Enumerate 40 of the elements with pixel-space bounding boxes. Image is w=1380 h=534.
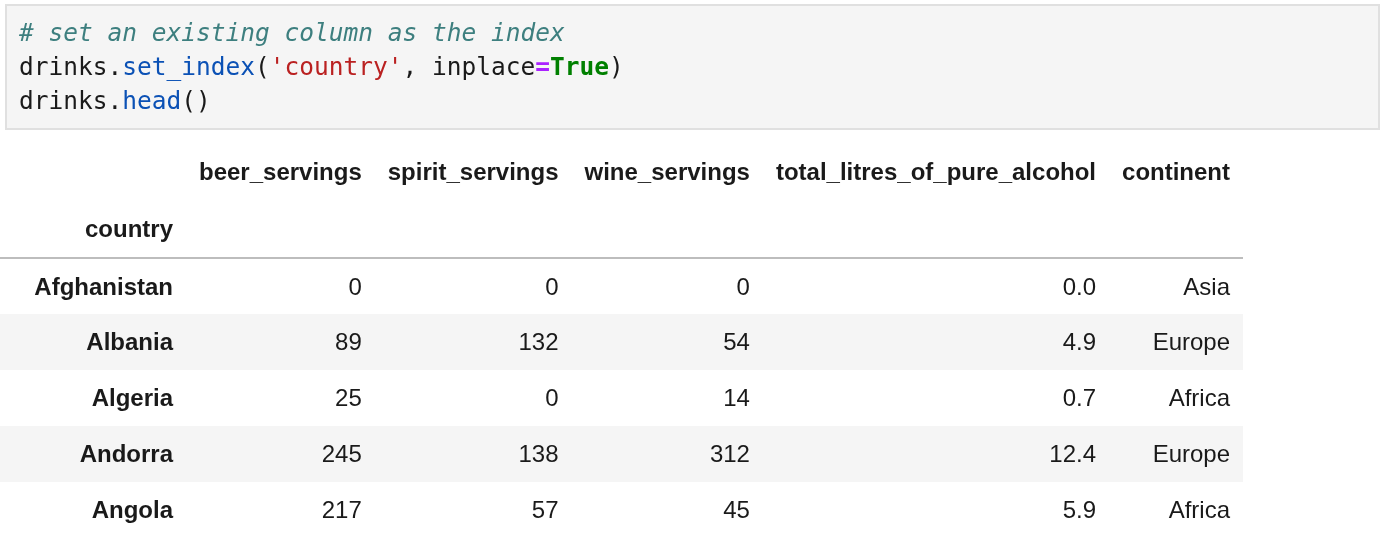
table-cell: 0.0 [762, 258, 1110, 314]
row-index: Algeria [0, 370, 186, 426]
table-cell: 89 [186, 314, 375, 370]
row-index: Albania [0, 314, 186, 370]
table-cell: 25 [186, 370, 375, 426]
code-line: # set an existing column as the index [19, 17, 566, 49]
table-cell: 245 [186, 426, 375, 482]
column-header: spirit_servings [386, 157, 560, 187]
row-index: Angola [0, 482, 186, 534]
column-header: total_litres_of_pure_alcohol [774, 157, 1098, 187]
table-cell: 312 [571, 426, 763, 482]
table-cell: 4.9 [762, 314, 1110, 370]
table-cell: 138 [374, 426, 572, 482]
table-cell: 57 [374, 482, 572, 534]
column-header: wine_servings [583, 157, 751, 187]
row-index: Andorra [0, 426, 186, 482]
table-cell: 132 [374, 314, 572, 370]
row-index: Afghanistan [0, 258, 186, 314]
code-line: drinks.head() [19, 85, 212, 117]
table-cell: 5.9 [762, 482, 1110, 534]
table-cell: 0 [571, 258, 763, 314]
table-cell: 0 [186, 258, 375, 314]
table-cell: 0 [374, 258, 572, 314]
table-cell: Africa [1109, 482, 1244, 534]
table-cell: Asia [1109, 258, 1244, 314]
index-header: country [0, 200, 186, 258]
code-line: drinks.set_index('country', inplace=True) [19, 51, 625, 83]
code-cell[interactable]: # set an existing column as the index drinks.set_index('country', inplace=True) drinks.head() [5, 4, 1380, 130]
table-cell: 0 [374, 370, 572, 426]
table-cell: 12.4 [762, 426, 1110, 482]
table-cell: 0.7 [762, 370, 1110, 426]
table-cell: Europe [1109, 314, 1244, 370]
column-header: beer_servings [198, 157, 363, 187]
table-cell: 217 [186, 482, 375, 534]
table-cell: 45 [571, 482, 763, 534]
table-cell: Africa [1109, 370, 1244, 426]
table-cell: 54 [571, 314, 763, 370]
table-cell: Europe [1109, 426, 1244, 482]
table-cell: 14 [571, 370, 763, 426]
column-header: continent [1121, 157, 1232, 187]
